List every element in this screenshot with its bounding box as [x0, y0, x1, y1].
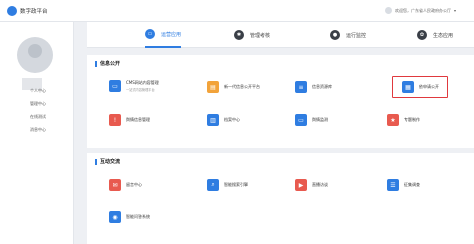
app-title: 数字政平台	[20, 9, 48, 15]
tile-resource-library[interactable]: ≡ 信息资源库	[295, 81, 332, 93]
tile-apply-disclosure[interactable]: ▦ 依申请公开	[402, 81, 439, 93]
tile-label: 直播访谈	[312, 182, 328, 187]
top-bar: 数字政平台 欢迎您，广东省人民政府办公厅 ▾	[0, 0, 474, 22]
tab-label: 运行监控	[346, 32, 367, 39]
tile-label: 智能问答系统	[126, 214, 150, 219]
search-icon: ⌕	[207, 179, 219, 191]
user-menu[interactable]: 欢迎您，广东省人民政府办公厅 ▾	[384, 7, 456, 14]
tile-survey[interactable]: ☰ 征集调查	[387, 179, 420, 191]
tab-ecosystem[interactable]: ✿ 生态应用	[417, 22, 453, 48]
tile-label: 信息资源库	[312, 84, 332, 89]
section-title: 信息公开	[95, 61, 120, 67]
folder-icon: ▤	[207, 81, 219, 93]
section-interaction: 互动交流 ✉ 留言中心 ⌕ 智能搜索引擎 ▶ 直播访谈 ☰ 征集调查 ◉ 智能问…	[87, 153, 474, 244]
tile-label: 智能搜索引擎	[224, 182, 248, 187]
sidebar-item-test[interactable]: 在线测试	[30, 110, 46, 123]
tab-monitoring[interactable]: ● 运行监控	[330, 22, 366, 48]
sidebar-item-messages[interactable]: 消息中心	[30, 123, 46, 136]
user-avatar-icon	[384, 7, 392, 14]
monitor-icon: ▭	[295, 114, 307, 126]
tile-sentiment-info[interactable]: ! 舆情信息管理	[109, 114, 150, 126]
alert-icon: !	[109, 114, 121, 126]
tile-label: CMS网站内容管理	[126, 80, 159, 85]
section-info-disclosure: 信息公开 ▭ CMS网站内容管理 一站式内容管理平台 ▤ 新一代信息公开平台 ≡…	[87, 55, 474, 148]
sidebar-item-management[interactable]: 管理中心	[30, 97, 46, 110]
avatar[interactable]	[17, 37, 53, 73]
location-icon: ●	[330, 30, 340, 40]
tile-disclosure-platform[interactable]: ▤ 新一代信息公开平台	[207, 81, 260, 93]
message-icon: ✉	[109, 179, 121, 191]
tile-label: 留言中心	[126, 182, 142, 187]
tile-cms[interactable]: ▭ CMS网站内容管理 一站式内容管理平台	[109, 80, 159, 92]
tab-label: 生态应用	[433, 32, 454, 39]
sidebar-item-personal[interactable]: 个人中心	[30, 84, 46, 97]
tile-sentiment-monitor[interactable]: ▭ 舆情监测	[295, 114, 328, 126]
tile-search-engine[interactable]: ⌕ 智能搜索引擎	[207, 179, 248, 191]
tile-special-topic[interactable]: ★ 专题制作	[387, 114, 420, 126]
tile-archive[interactable]: ▥ 档案中心	[207, 114, 240, 126]
archive-icon: ▥	[207, 114, 219, 126]
sidebar: 个人中心 管理中心 在线测试 消息中心	[0, 22, 74, 244]
tab-label: 管理考核	[250, 32, 271, 39]
leaf-icon: ✿	[417, 30, 427, 40]
tile-label: 专题制作	[404, 117, 420, 122]
section-title: 互动交流	[95, 159, 120, 165]
star-icon: ★	[387, 114, 399, 126]
tab-bar: ▭ 运营应用 ✱ 管理考核 ● 运行监控 ✿ 生态应用	[87, 22, 474, 48]
tile-label: 档案中心	[224, 117, 240, 122]
tile-label: 新一代信息公开平台	[224, 84, 260, 89]
app-logo-icon	[7, 6, 17, 16]
document-icon: ▦	[402, 81, 414, 93]
robot-icon: ◉	[109, 211, 121, 223]
tile-live-interview[interactable]: ▶ 直播访谈	[295, 179, 328, 191]
tab-operations[interactable]: ▭ 运营应用	[145, 22, 182, 48]
tile-label: 征集调查	[404, 182, 420, 187]
tile-label: 舆情监测	[312, 117, 328, 122]
video-icon: ▶	[295, 179, 307, 191]
tile-message-center[interactable]: ✉ 留言中心	[109, 179, 142, 191]
gear-icon: ✱	[234, 30, 244, 40]
tile-label: 依申请公开	[419, 84, 439, 89]
tile-sublabel: 一站式内容管理平台	[126, 88, 155, 92]
user-text: 欢迎您，广东省人民政府办公厅	[394, 7, 451, 13]
monitor-icon: ▭	[109, 80, 121, 92]
chevron-down-icon: ▾	[453, 8, 456, 13]
tab-assessment[interactable]: ✱ 管理考核	[234, 22, 270, 48]
tile-qa-system[interactable]: ◉ 智能问答系统	[109, 211, 150, 223]
tile-label: 舆情信息管理	[126, 117, 150, 122]
database-icon: ≡	[295, 81, 307, 93]
survey-icon: ☰	[387, 179, 399, 191]
tab-label: 运营应用	[161, 31, 182, 38]
sidebar-nav: 个人中心 管理中心 在线测试 消息中心	[30, 84, 46, 136]
monitor-icon: ▭	[145, 29, 155, 39]
